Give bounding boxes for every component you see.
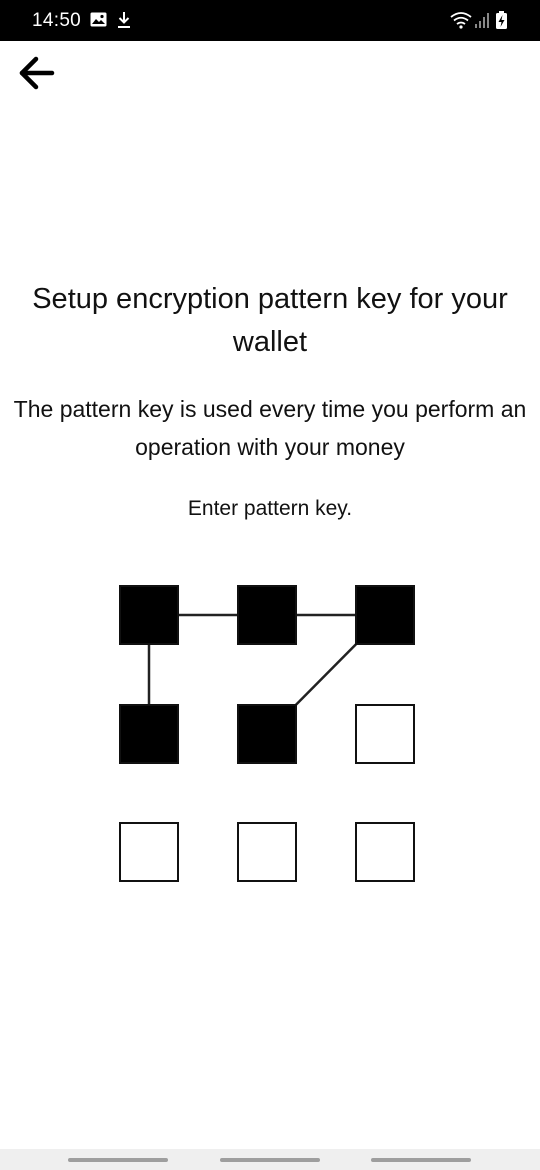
signal-icon (474, 12, 490, 34)
system-nav-bar (0, 1149, 540, 1170)
pattern-nodes[interactable] (119, 585, 415, 882)
pattern-node-5[interactable] (237, 704, 297, 764)
arrow-left-icon (17, 56, 55, 95)
pattern-node-3[interactable] (355, 585, 415, 645)
pattern-grid[interactable] (0, 0, 540, 1170)
pattern-prompt: Enter pattern key. (187, 497, 353, 520)
page-subtitle: The pattern key is used every time you p… (13, 396, 527, 460)
pattern-node-6[interactable] (355, 704, 415, 764)
pattern-node-4[interactable] (119, 704, 179, 764)
download-icon (117, 11, 131, 34)
status-bar: 14:50 (0, 0, 540, 41)
image-icon (90, 12, 107, 32)
back-button[interactable] (14, 53, 58, 97)
pattern-node-9[interactable] (355, 822, 415, 882)
battery-charging-icon (495, 11, 508, 35)
nav-back-button[interactable] (371, 1158, 471, 1162)
nav-home-button[interactable] (220, 1158, 320, 1162)
pattern-node-1[interactable] (119, 585, 179, 645)
status-time: 14:50 (32, 10, 82, 31)
pattern-node-2[interactable] (237, 585, 297, 645)
pattern-node-8[interactable] (237, 822, 297, 882)
wifi-icon (450, 11, 472, 34)
nav-recents-button[interactable] (68, 1158, 168, 1162)
pattern-node-7[interactable] (119, 822, 179, 882)
page-title: Setup encryption pattern key for your wa… (32, 283, 508, 358)
